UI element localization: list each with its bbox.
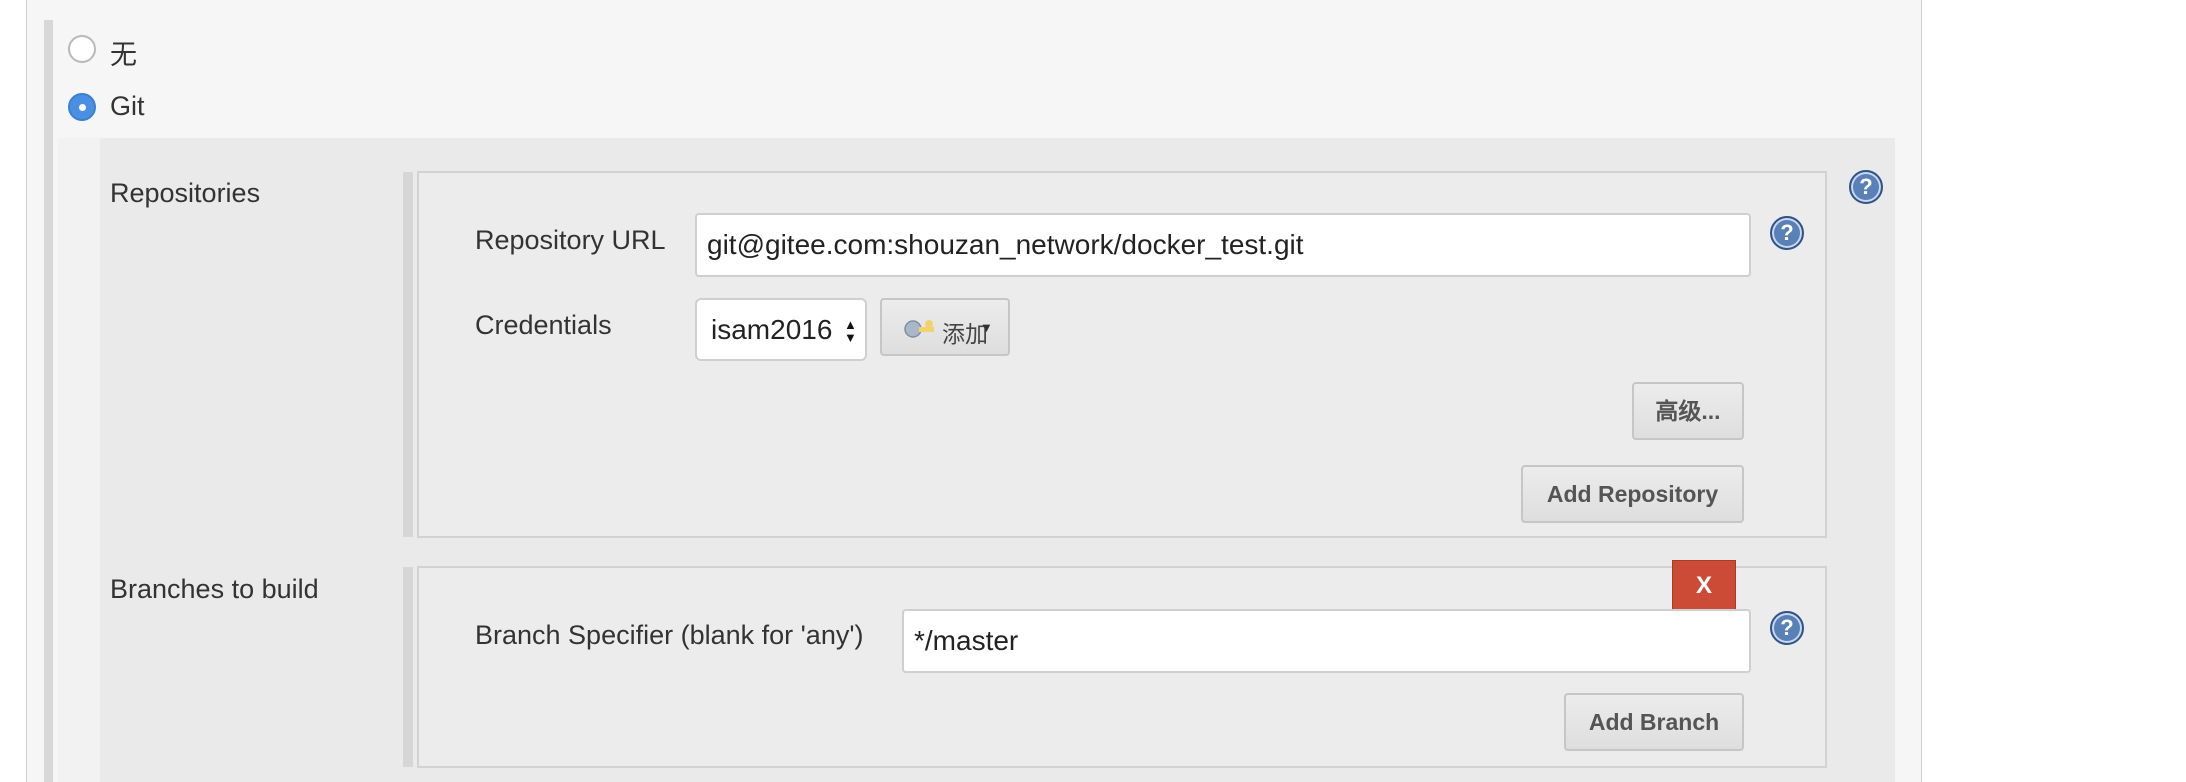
credentials-select[interactable]: isam2016 ▲ ▼ bbox=[695, 298, 867, 361]
repositories-bar bbox=[403, 172, 413, 537]
chevron-down-icon: ▼ bbox=[980, 320, 993, 335]
add-credentials-button[interactable]: 添加 ▼ bbox=[880, 298, 1010, 356]
help-icon[interactable]: ? bbox=[1849, 170, 1883, 204]
repository-url-input[interactable]: git@gitee.com:shouzan_network/docker_tes… bbox=[695, 213, 1751, 277]
git-config-gutter bbox=[58, 138, 100, 782]
branches-bar bbox=[403, 567, 413, 767]
radio-unchecked-icon[interactable] bbox=[68, 35, 96, 63]
delete-branch-button[interactable]: X bbox=[1672, 560, 1736, 613]
credentials-value: isam2016 bbox=[711, 314, 833, 345]
scm-option-git-label: Git bbox=[110, 91, 145, 121]
help-icon[interactable]: ? bbox=[1770, 611, 1804, 645]
credentials-label: Credentials bbox=[475, 310, 612, 340]
radio-checked-icon[interactable] bbox=[68, 93, 96, 121]
help-icon[interactable]: ? bbox=[1770, 216, 1804, 250]
advanced-button[interactable]: 高级... bbox=[1632, 382, 1744, 440]
add-repository-button[interactable]: Add Repository bbox=[1521, 465, 1744, 523]
repository-url-label: Repository URL bbox=[475, 225, 666, 255]
dropdown-arrow-icon: ▲ ▼ bbox=[844, 317, 857, 345]
repositories-label: Repositories bbox=[110, 178, 261, 208]
branch-specifier-input[interactable]: */master bbox=[902, 609, 1751, 673]
scm-option-none-label: 无 bbox=[110, 40, 137, 70]
branches-label: Branches to build bbox=[110, 574, 319, 604]
add-branch-button[interactable]: Add Branch bbox=[1564, 693, 1744, 751]
branch-specifier-label: Branch Specifier (blank for 'any') bbox=[475, 620, 864, 650]
key-icon bbox=[904, 320, 934, 338]
section-bar bbox=[44, 20, 53, 782]
